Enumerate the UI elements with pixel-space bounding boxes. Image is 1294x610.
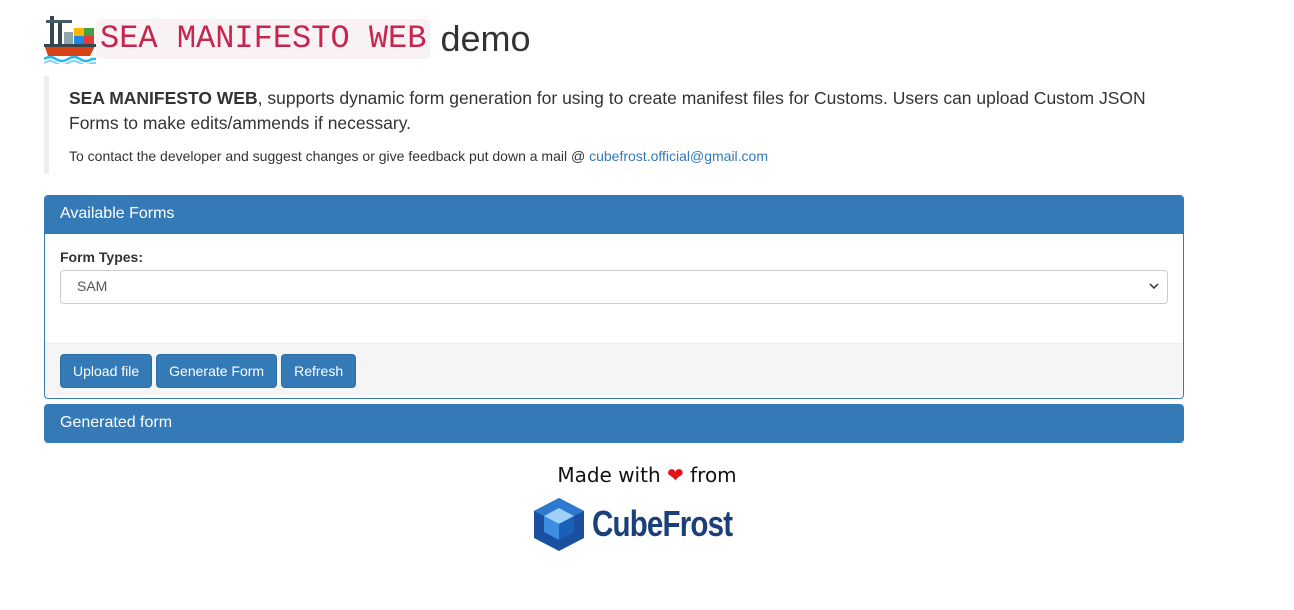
available-forms-panel: Available Forms Form Types: SAM Upload f… [44,195,1184,399]
upload-file-button[interactable]: Upload file [60,354,153,388]
made-with-text: Made with [557,463,661,487]
refresh-button[interactable]: Refresh [281,354,357,388]
form-types-selected: SAM [77,278,108,294]
ship-icon [44,16,96,64]
available-forms-heading: Available Forms [45,196,1183,234]
generated-form-panel: Generated form [44,404,1184,443]
contact-text: To contact the developer and suggest cha… [69,148,590,164]
page-title: SEA MANIFESTO WEB demo [44,14,531,64]
cubefrost-logo-icon [533,498,584,551]
chevron-down-icon [1149,283,1159,290]
brand-name: CubeFrost [591,503,733,544]
intro-blockquote: SEA MANIFESTO WEB, supports dynamic form… [44,76,1174,174]
form-types-label: Form Types: [60,249,143,265]
footer: Made with ❤ from CubeFrost [0,460,1294,552]
cubefrost-brand[interactable]: CubeFrost [0,496,1294,552]
heart-icon: ❤ [667,463,684,487]
intro-brand: SEA MANIFESTO WEB [69,88,258,108]
made-with-line: Made with ❤ from [0,460,1294,490]
from-text: from [690,463,737,487]
form-types-select[interactable]: SAM [60,270,1168,304]
contact-line: To contact the developer and suggest cha… [69,146,1154,166]
available-forms-body: Form Types: SAM [45,234,1183,343]
title-suffix: demo [440,18,531,59]
generated-form-heading[interactable]: Generated form [45,405,1183,442]
app-code-title: SEA MANIFESTO WEB [96,19,431,59]
contact-email-link[interactable]: cubefrost.official@gmail.com [589,148,768,164]
generate-form-button[interactable]: Generate Form [156,354,278,388]
available-forms-footer: Upload file Generate Form Refresh [45,343,1183,396]
intro-description: SEA MANIFESTO WEB, supports dynamic form… [69,86,1159,136]
